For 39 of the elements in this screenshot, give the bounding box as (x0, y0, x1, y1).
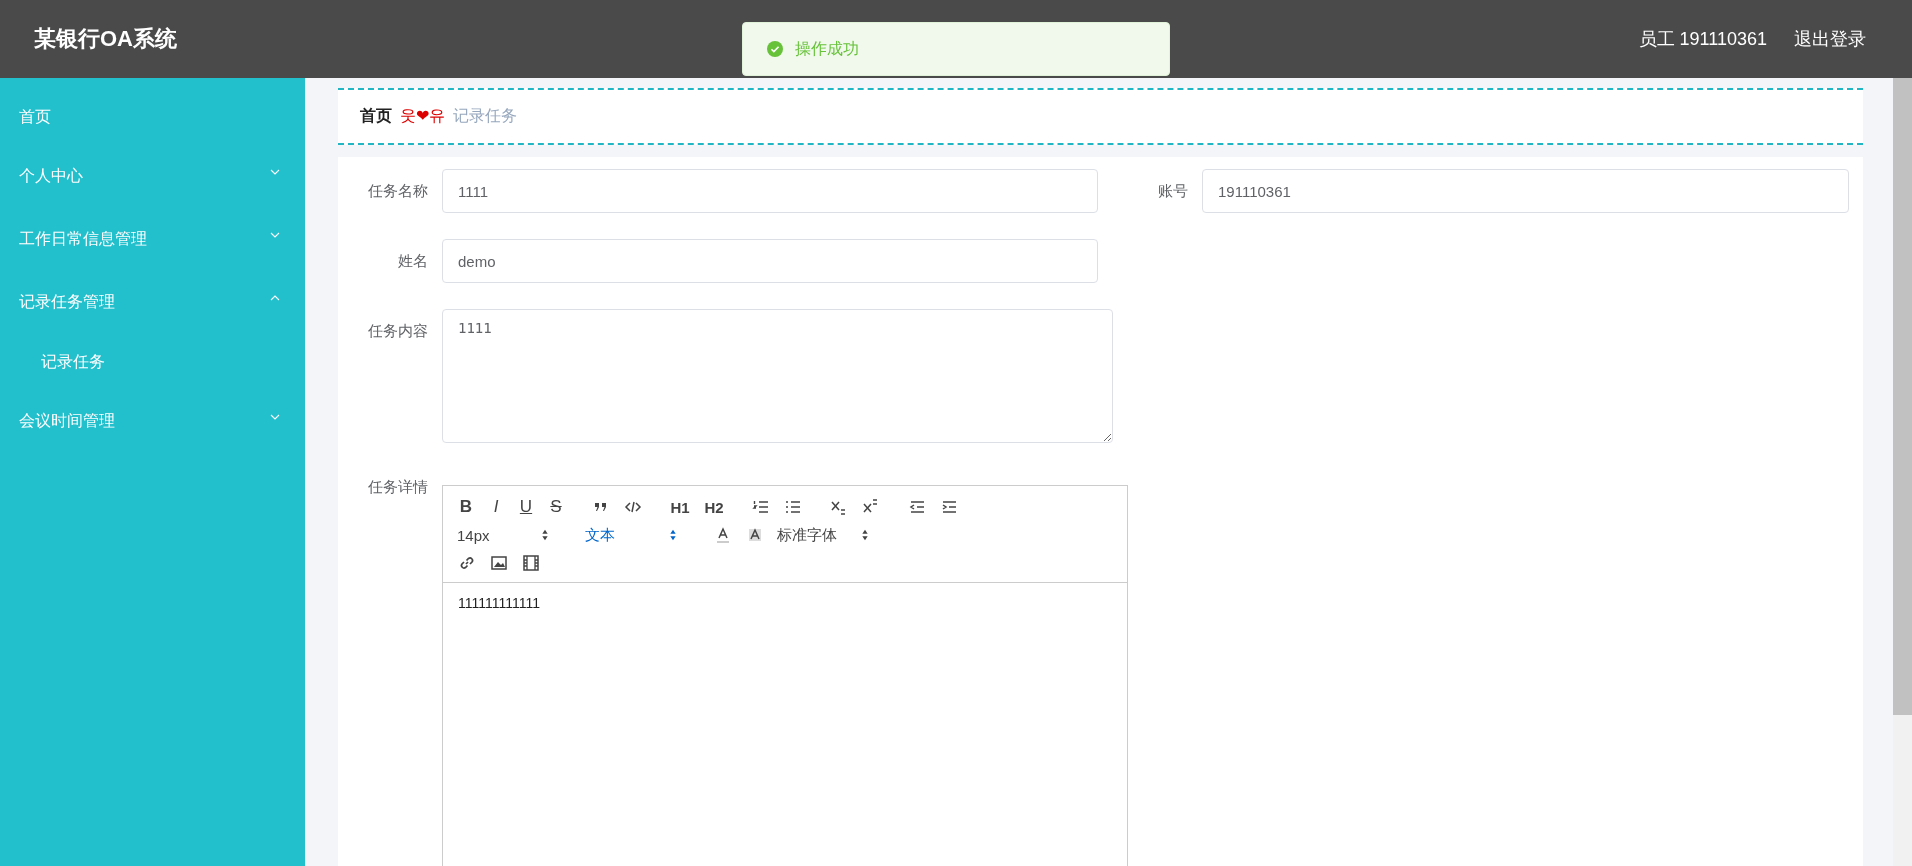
link-icon[interactable] (458, 554, 476, 572)
logout-link[interactable]: 退出登录 (1794, 27, 1866, 51)
breadcrumb-separator: 웃❤유 (400, 106, 446, 126)
text-field[interactable]: 191110361 (1202, 169, 1849, 213)
film-icon[interactable] (522, 554, 540, 572)
field-label: 任务名称 (367, 181, 429, 201)
italic-button[interactable]: I (481, 495, 511, 519)
strike-button[interactable]: S (541, 495, 571, 519)
toolbar-select[interactable]: 14px (451, 526, 579, 544)
rich-text-editor[interactable]: 111111111111 (442, 583, 1128, 866)
user-label: 员工 191110361 (1638, 28, 1767, 51)
editor-text: 111111111111 (458, 595, 541, 611)
select-arrows-icon (541, 529, 549, 541)
highlight-icon[interactable] (746, 526, 764, 544)
header-button[interactable]: H2 (697, 495, 731, 519)
toast-message: 操作成功 (795, 38, 859, 59)
toolbar-select[interactable]: 标准字体 (771, 525, 899, 545)
field-label: 任务详情 (367, 477, 429, 497)
indent-icon[interactable] (940, 498, 958, 516)
bold-button[interactable]: B (451, 495, 481, 519)
image-icon[interactable] (490, 554, 508, 572)
success-icon (767, 41, 783, 57)
ordered-list-icon[interactable] (752, 498, 770, 516)
toolbar-select[interactable]: 文本 (579, 525, 707, 545)
breadcrumb-item[interactable]: 首页 (360, 106, 392, 127)
app-title: 某银行OA系统 (34, 25, 177, 53)
text-field[interactable]: demo (442, 239, 1098, 283)
underline-button[interactable]: U (511, 495, 541, 519)
breadcrumb-item: 记录任务 (453, 106, 518, 126)
text-area[interactable]: 1111 (442, 309, 1113, 443)
field-label: 账号 (1157, 181, 1189, 201)
header-button[interactable]: H1 (663, 495, 697, 519)
select-arrows-icon (861, 529, 869, 541)
text-color-icon[interactable] (714, 526, 732, 544)
bullet-list-icon[interactable] (784, 498, 802, 516)
field-label: 姓名 (397, 251, 429, 271)
text-field[interactable]: 1111 (442, 169, 1098, 213)
field-label: 任务内容 (367, 321, 429, 341)
outdent-icon[interactable] (908, 498, 926, 516)
